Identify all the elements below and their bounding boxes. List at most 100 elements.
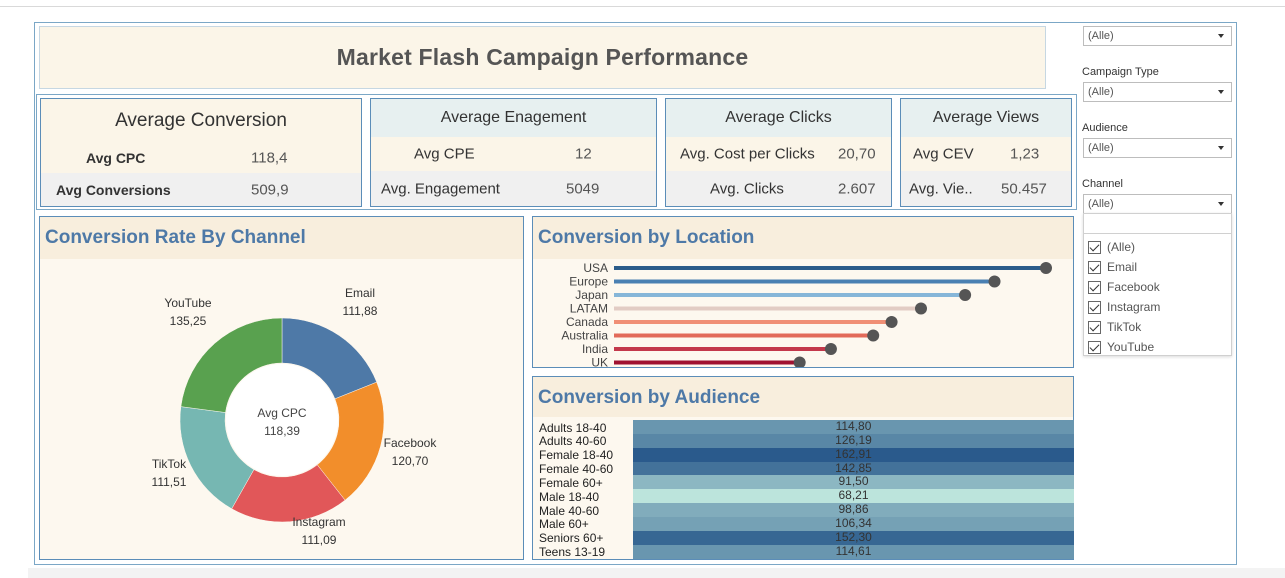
channel-option-facebook[interactable]: Facebook (1088, 278, 1160, 296)
donut-value-label: 111,88 (343, 304, 378, 318)
audience-label: Female 40-60 (539, 462, 614, 477)
campaign-type-select[interactable]: (Alle) (1083, 82, 1232, 102)
panel-title: Conversion Rate By Channel (45, 227, 306, 248)
heatmap-value: 106,34 (835, 515, 872, 530)
audience-label: Male 60+ (539, 517, 589, 532)
bottom-band (28, 568, 1285, 578)
kpi-label: Avg Conversions (56, 181, 171, 198)
select-value: (Alle) (1088, 198, 1114, 210)
checkbox-checked-icon[interactable] (1088, 340, 1101, 354)
kpi-row: Avg CPE 12 (371, 137, 656, 171)
kpi-title: Average Views (901, 99, 1071, 137)
channel-search-input[interactable] (1084, 214, 1231, 234)
kpi-value: 20,70 (838, 145, 876, 163)
panel-header: Conversion by Location (533, 217, 1073, 259)
location-label: Japan (575, 288, 608, 302)
kpi-label: Avg CPC (86, 149, 146, 166)
channel-dropdown-list: (Alle) Email Facebook Instagram TikTok Y… (1083, 213, 1232, 356)
location-dot[interactable] (1040, 262, 1052, 274)
heatmap-value: 114,61 (835, 543, 872, 558)
location-label: USA (583, 261, 608, 275)
kpi-value: 50.457 (1001, 180, 1047, 197)
filter-label-campaign-type: Campaign Type (1082, 66, 1159, 78)
kpi-row: Avg. Cost per Clicks 20,70 (666, 137, 891, 171)
donut-category-label: YouTube (164, 296, 211, 310)
donut-center-value: 118,39 (264, 424, 300, 438)
option-label: YouTube (1107, 340, 1155, 354)
kpi-average-engagement: Average Enagement Avg CPE 12 Avg. Engage… (370, 98, 657, 207)
chevron-down-icon (1218, 202, 1224, 206)
top-filter-select[interactable]: (Alle) (1083, 26, 1232, 46)
location-dot[interactable] (867, 329, 880, 342)
kpi-row: Avg. Clicks 2.607 (666, 171, 891, 206)
option-label: Email (1107, 260, 1138, 274)
donut-chart: Email 111,88 Facebook 120,70 Instagram 111,09… (152, 286, 438, 547)
panel-title: Conversion by Audience (538, 387, 761, 408)
location-label: Europe (569, 275, 608, 289)
panel-header: Conversion by Audience (533, 377, 1073, 417)
checkbox-checked-icon[interactable] (1088, 320, 1101, 334)
audience-select[interactable]: (Alle) (1083, 138, 1232, 158)
donut-category-label: TikTok (152, 457, 187, 471)
option-label: (Alle) (1107, 240, 1136, 254)
location-dot[interactable] (824, 343, 837, 355)
location-dot[interactable] (793, 356, 806, 368)
kpi-label: Avg CEV (913, 145, 974, 163)
channel-option-tiktok[interactable]: TikTok (1088, 318, 1141, 336)
donut-value-label: 111,09 (302, 533, 337, 547)
select-value: (Alle) (1088, 142, 1114, 154)
kpi-title: Average Clicks (666, 99, 891, 137)
channel-option-youtube[interactable]: YouTube (1088, 338, 1154, 356)
filter-label-channel: Channel (1082, 178, 1123, 190)
select-value: (Alle) (1088, 86, 1114, 98)
donut-category-label: Email (345, 286, 375, 300)
checkbox-checked-icon[interactable] (1088, 240, 1101, 254)
heatmap-value: 98,86 (838, 502, 869, 517)
checkbox-checked-icon[interactable] (1088, 260, 1101, 274)
kpi-value: 5049 (566, 180, 600, 197)
checkbox-checked-icon[interactable] (1088, 280, 1101, 294)
panel-header: Conversion Rate By Channel (40, 217, 523, 259)
audience-label: Teens 13-19 (539, 545, 606, 560)
option-label: TikTok (1107, 320, 1142, 334)
channel-option-instagram[interactable]: Instagram (1088, 298, 1160, 316)
location-dot[interactable] (885, 316, 898, 328)
kpi-average-conversion: Average Conversion Avg CPC 118,4 Avg Con… (40, 98, 362, 207)
kpi-value: 12 (575, 145, 592, 163)
donut-value-label: 120,70 (392, 454, 429, 468)
channel-option-email[interactable]: Email (1088, 258, 1137, 276)
audience-label: Seniors 60+ (539, 531, 604, 546)
location-label: Canada (566, 315, 608, 329)
kpi-title: Average Enagement (371, 99, 656, 137)
audience-label: Female 18-40 (539, 448, 614, 463)
donut-value-label: 135,25 (170, 314, 207, 328)
location-dot[interactable] (988, 275, 1001, 288)
heatmap-value: 126,19 (835, 432, 872, 447)
option-label: Facebook (1107, 280, 1160, 294)
channel-option-alle[interactable]: (Alle) (1088, 238, 1135, 256)
donut-center-label: Avg CPC (257, 406, 306, 420)
location-dot[interactable] (959, 289, 972, 301)
kpi-value: 509,9 (251, 181, 289, 198)
heatmap-value: 162,91 (835, 446, 872, 461)
select-value: (Alle) (1088, 30, 1114, 42)
kpi-value: 118,4 (251, 149, 288, 166)
kpi-value: 1,23 (1010, 145, 1040, 163)
heatmap-value: 152,30 (835, 529, 872, 544)
heatmap-value: 114,80 (835, 419, 872, 433)
donut-value-label: 111,51 (152, 475, 187, 489)
channel-select[interactable]: (Alle) (1083, 194, 1232, 214)
location-lollipop-chart: USAEuropeJapanLATAMCanadaAustraliaIndiaU… (561, 261, 1052, 368)
checkbox-checked-icon[interactable] (1088, 300, 1101, 314)
kpi-row: Avg CPC 118,4 (41, 142, 361, 173)
dashboard-title-box: Market Flash Campaign Performance (39, 26, 1046, 89)
kpi-average-clicks: Average Clicks Avg. Cost per Clicks 20,7… (665, 98, 892, 207)
location-label: LATAM (570, 302, 608, 316)
kpi-average-views: Average Views Avg CEV 1,23 Avg. Vie.. 50… (900, 98, 1072, 207)
location-dot[interactable] (914, 302, 927, 315)
chevron-down-icon (1218, 146, 1224, 150)
top-divider (0, 6, 1285, 7)
audience-label: Male 18-40 (539, 489, 600, 504)
kpi-row: Avg. Engagement 5049 (371, 171, 656, 206)
location-label: India (582, 342, 608, 356)
